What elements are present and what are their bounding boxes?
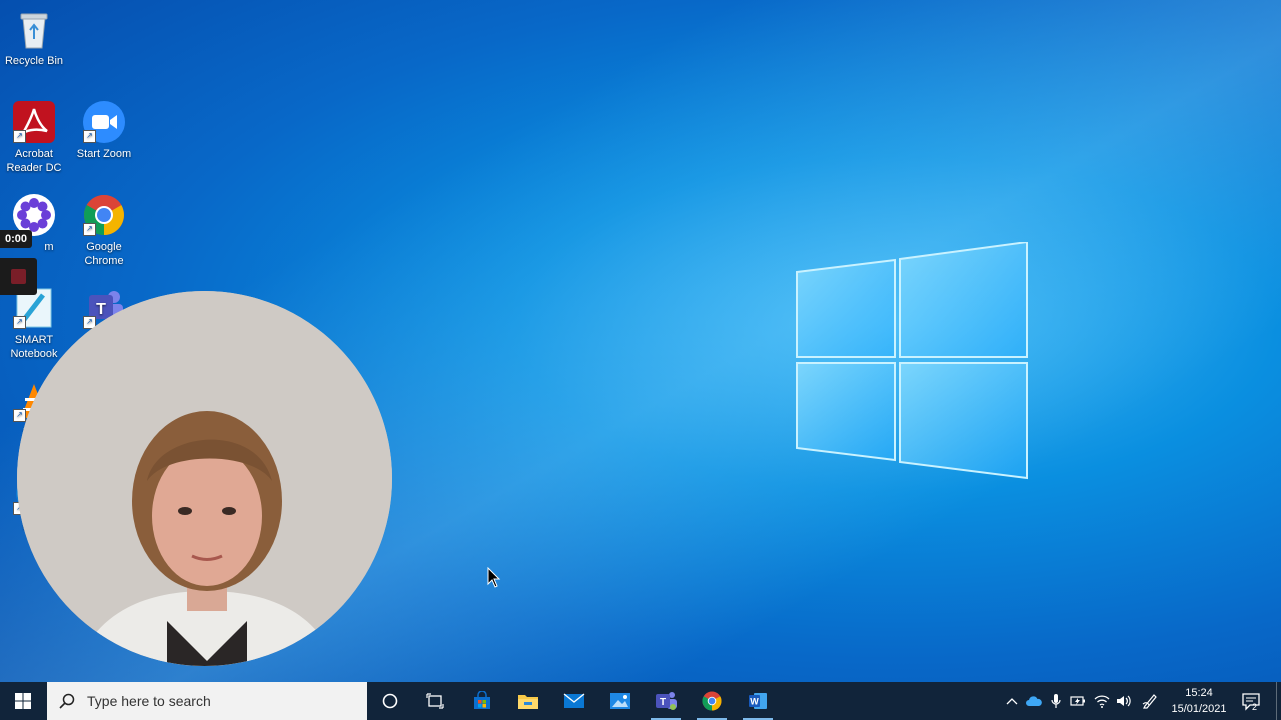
desktop-icon-recycle-bin[interactable]: Recycle Bin	[0, 8, 70, 68]
taskbar-chrome[interactable]	[689, 682, 735, 720]
action-center-icon[interactable]	[1241, 691, 1261, 711]
tray-onedrive[interactable]	[1026, 693, 1042, 709]
taskbar-file-explorer[interactable]	[505, 682, 551, 720]
tray-show-hidden-button[interactable]	[1004, 693, 1020, 709]
show-desktop-button[interactable]	[1276, 682, 1277, 720]
recycle-bin-icon	[13, 8, 55, 50]
task-view-button[interactable]	[412, 682, 458, 720]
tray-wifi[interactable]	[1094, 693, 1110, 709]
search-icon	[59, 693, 75, 709]
windows-logo-wallpaper	[796, 242, 1028, 480]
taskbar-store[interactable]	[459, 682, 505, 720]
desktop-icon-start-zoom[interactable]: ↗ Start Zoom	[68, 101, 140, 161]
desktop-icon-google-chrome[interactable]: ↗ Google Chrome	[68, 194, 140, 268]
word-icon: W	[749, 693, 767, 709]
tray-volume[interactable]	[1116, 693, 1132, 709]
volume-icon	[1117, 695, 1131, 707]
svg-text:T: T	[660, 697, 666, 708]
acrobat-icon: ↗	[13, 101, 55, 143]
task-view-icon	[426, 693, 444, 709]
teams-icon: T	[656, 692, 677, 710]
taskbar-teams[interactable]: T	[643, 682, 689, 720]
wifi-icon	[1094, 695, 1110, 708]
webcam-overlay[interactable]	[17, 291, 392, 666]
start-button[interactable]	[0, 682, 46, 720]
tray-pen[interactable]	[1142, 693, 1158, 709]
pen-workspace-icon	[1142, 694, 1157, 709]
cortana-button[interactable]	[367, 682, 413, 720]
desktop-icon-acrobat[interactable]: ↗ Acrobat Reader DC	[0, 101, 70, 175]
stop-icon	[11, 269, 26, 284]
mouse-cursor-icon	[487, 567, 501, 588]
taskbar-mail[interactable]	[551, 682, 597, 720]
zoom-icon: ↗	[83, 101, 125, 143]
chrome-icon: ↗	[83, 194, 125, 236]
file-explorer-icon	[518, 695, 538, 709]
svg-text:W: W	[750, 697, 759, 707]
taskbar-clock[interactable]: 15:24 15/01/2021	[1166, 685, 1232, 717]
cortana-icon	[382, 693, 398, 709]
mail-icon	[563, 693, 585, 708]
desktop: Recycle Bin ↗ Acrobat Reader DC ↗ Start …	[0, 0, 1281, 682]
store-icon	[474, 691, 490, 709]
svg-text:T: T	[96, 301, 106, 318]
taskbar-search-box[interactable]	[47, 682, 367, 720]
onedrive-icon	[1026, 695, 1042, 706]
microphone-icon	[1051, 694, 1061, 708]
recording-timer: 0:00	[0, 230, 33, 248]
tray-battery[interactable]	[1070, 693, 1086, 709]
clock-date: 15/01/2021	[1171, 703, 1227, 715]
search-input[interactable]	[85, 692, 349, 710]
taskbar: T W 15:24 15/01/2021 2	[0, 682, 1281, 720]
clock-time: 15:24	[1185, 687, 1213, 699]
battery-charging-icon	[1070, 696, 1085, 706]
stop-recording-button[interactable]	[0, 258, 37, 295]
tray-microphone[interactable]	[1048, 693, 1064, 709]
webcam-person-image	[17, 291, 392, 666]
photos-icon	[610, 693, 630, 709]
chrome-icon	[702, 691, 722, 711]
windows-start-icon	[15, 693, 31, 709]
taskbar-word[interactable]: W	[735, 682, 781, 720]
taskbar-photos[interactable]	[597, 682, 643, 720]
desktop-icon-smart-notebook[interactable]: ↗ SMART Notebook	[0, 287, 70, 361]
chevron-up-icon	[1006, 698, 1018, 705]
notification-count-badge: 2	[1252, 702, 1258, 712]
